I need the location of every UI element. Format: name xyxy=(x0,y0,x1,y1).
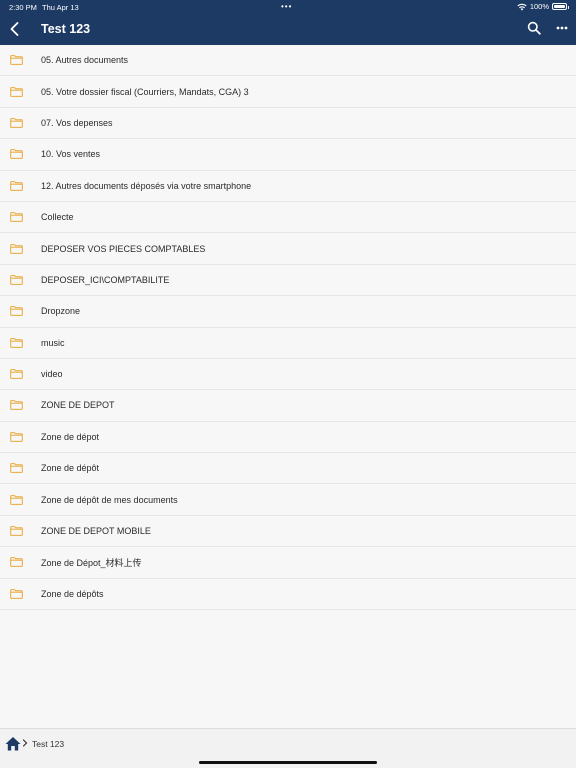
folder-icon xyxy=(10,149,23,160)
status-date: Thu Apr 13 xyxy=(42,3,79,12)
folder-row[interactable]: DEPOSER_ICI\COMPTABILITE xyxy=(0,264,576,297)
status-time: 2:30 PM xyxy=(9,3,37,12)
folder-icon xyxy=(10,557,23,568)
home-icon xyxy=(5,737,21,751)
folder-label: Zone de dépôt de mes documents xyxy=(41,494,178,505)
folder-icon xyxy=(10,494,23,505)
folder-row[interactable]: music xyxy=(0,327,576,359)
status-indicators: 100% xyxy=(517,2,569,11)
folder-label: Zone de dépôts xyxy=(41,588,104,599)
folder-icon xyxy=(10,400,23,411)
folder-row[interactable]: Zone de dépôt de mes documents xyxy=(0,484,576,516)
folder-row[interactable]: Zone de dépot xyxy=(0,421,576,454)
folder-row[interactable]: DEPOSER VOS PIECES COMPTABLES xyxy=(0,233,576,265)
folder-icon xyxy=(10,243,23,254)
folder-label: Zone de dépôt xyxy=(41,463,100,474)
folder-label: DEPOSER VOS PIECES COMPTABLES xyxy=(41,243,206,254)
breadcrumb-bar: Test 123 xyxy=(0,728,576,768)
more-button[interactable] xyxy=(554,20,570,36)
folder-label: music xyxy=(41,337,65,348)
folder-icon xyxy=(10,369,23,379)
folder-icon xyxy=(10,431,23,442)
folder-list: 05. Autres documents 05. Votre dossier fi… xyxy=(0,45,576,611)
folder-icon xyxy=(10,180,23,191)
battery-icon xyxy=(552,3,569,10)
folder-label: 07. Vos depenses xyxy=(41,117,113,128)
folder-row[interactable]: 07. Vos depenses xyxy=(0,107,576,140)
folder-row[interactable]: ZONE DE DEPOT MOBILE xyxy=(0,515,576,548)
folder-icon xyxy=(10,463,23,474)
page-title: Test 123 xyxy=(41,22,91,36)
folder-label: 12. Autres documents déposés via votre s… xyxy=(41,180,252,191)
folder-row[interactable]: 05. Autres documents xyxy=(0,45,576,77)
folder-label: 10. Vos ventes xyxy=(41,149,101,160)
wifi-icon xyxy=(517,3,527,10)
more-horizontal-icon xyxy=(556,26,568,30)
home-button[interactable] xyxy=(5,736,21,751)
folder-icon xyxy=(10,526,23,536)
home-indicator xyxy=(199,761,377,764)
folder-row[interactable]: video xyxy=(0,358,576,391)
folder-row[interactable]: 05. Votre dossier fiscal (Courriers, Man… xyxy=(0,76,576,108)
folder-row[interactable]: Collecte xyxy=(0,201,576,234)
multitasking-dots-icon[interactable]: ••• xyxy=(281,2,292,11)
folder-icon xyxy=(10,275,23,285)
folder-label: DEPOSER_ICI\COMPTABILITE xyxy=(41,274,170,285)
chevron-right-icon xyxy=(22,739,28,747)
folder-row[interactable]: Zone de dépôt xyxy=(0,453,576,485)
folder-label: Zone de dépot xyxy=(41,431,100,442)
folder-icon xyxy=(10,337,23,348)
battery-percent: 100% xyxy=(529,2,549,11)
folder-label: Dropzone xyxy=(41,306,81,317)
folder-row[interactable]: ZONE DE DEPOT xyxy=(0,390,576,422)
folder-row[interactable]: 12. Autres documents déposés via votre s… xyxy=(0,170,576,202)
folder-row[interactable]: 10. Vos ventes xyxy=(0,139,576,171)
folder-icon xyxy=(10,55,23,66)
folder-icon xyxy=(10,118,23,128)
folder-label: Zone de Dépot_材料上传 xyxy=(41,557,142,568)
search-icon xyxy=(527,21,541,35)
folder-label: 05. Autres documents xyxy=(41,55,129,66)
folder-icon xyxy=(10,86,23,97)
folder-icon xyxy=(10,588,23,599)
folder-icon xyxy=(10,212,23,223)
folder-label: ZONE DE DEPOT MOBILE xyxy=(41,526,151,537)
folder-row[interactable]: Zone de dépôts xyxy=(0,578,576,611)
folder-label: Collecte xyxy=(41,212,74,223)
navigation-bar: Test 123 xyxy=(0,14,576,45)
folder-row[interactable]: Dropzone xyxy=(0,296,576,328)
folder-icon xyxy=(10,306,23,317)
back-button[interactable] xyxy=(6,20,22,38)
folder-label: video xyxy=(41,369,63,380)
app-header: 2:30 PM Thu Apr 13 ••• 100% Test 123 xyxy=(0,0,576,45)
chevron-left-icon xyxy=(10,22,18,36)
folder-row[interactable]: Zone de Dépot_材料上传 xyxy=(0,547,576,579)
folder-label: 05. Votre dossier fiscal (Courriers, Man… xyxy=(41,86,249,97)
status-bar: 2:30 PM Thu Apr 13 ••• 100% xyxy=(0,0,576,14)
search-button[interactable] xyxy=(527,21,543,37)
breadcrumb-current[interactable]: Test 123 xyxy=(32,739,64,749)
folder-label: ZONE DE DEPOT xyxy=(41,400,115,411)
